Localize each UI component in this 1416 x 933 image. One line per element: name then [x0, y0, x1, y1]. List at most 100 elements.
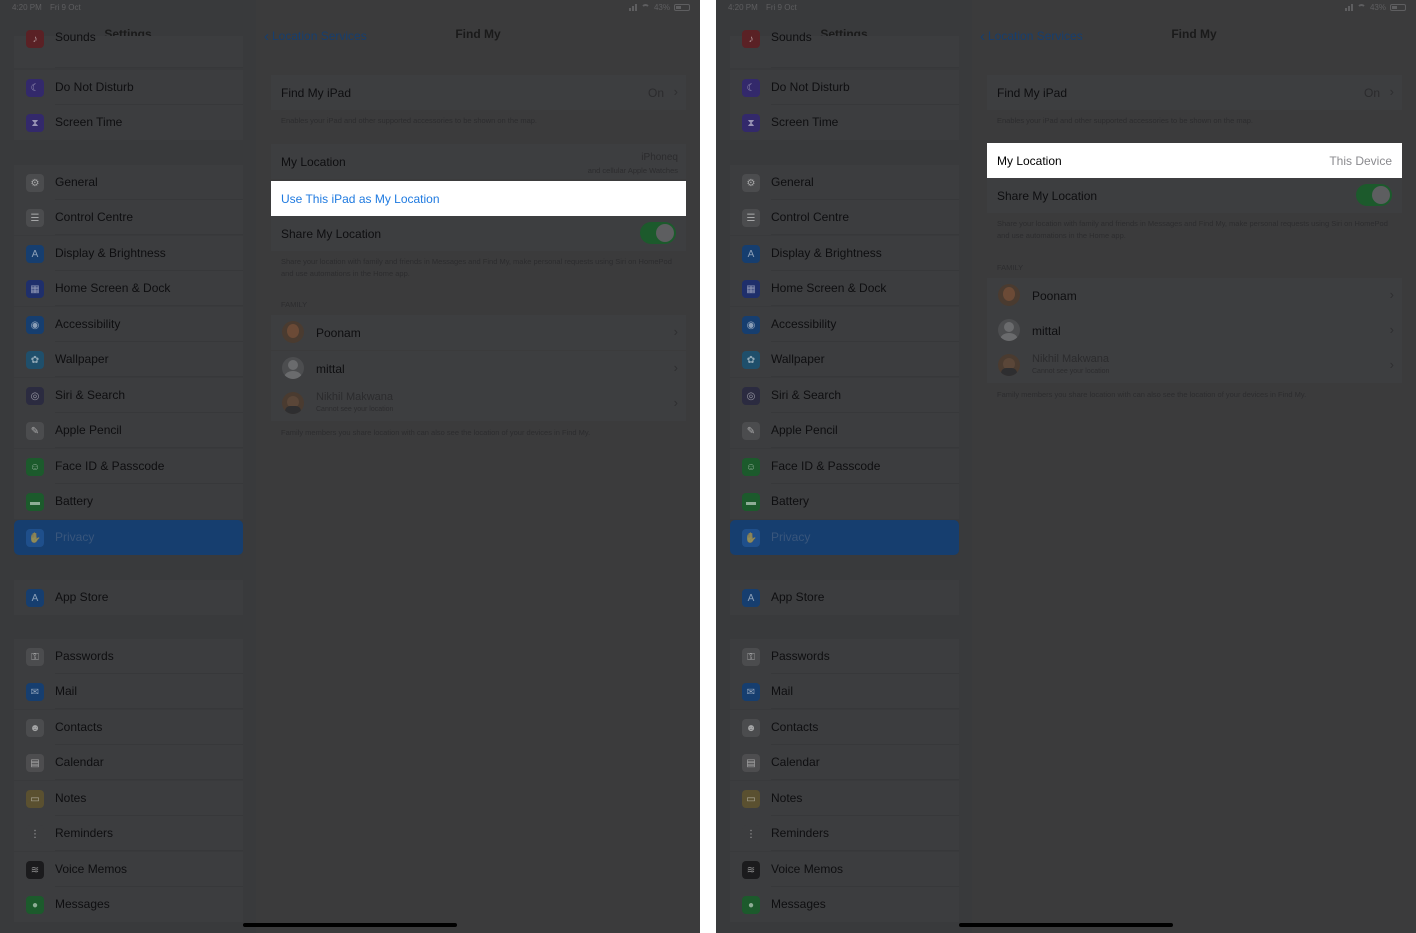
share-location-footer: Share your location with family and frie… — [281, 257, 672, 278]
cellular-signal-icon — [628, 4, 637, 11]
settings-sidebar: Settings ♪ Sounds ☾ Do Not Disturb ⧗ Scr… — [0, 0, 256, 933]
sidebar-item-do-not-disturb[interactable]: ☾ Do Not Disturb — [14, 70, 243, 105]
find-my-ipad-row[interactable]: Find My iPad On › — [987, 75, 1402, 110]
family-member-row[interactable]: Nikhil Makwana Cannot see your location … — [987, 348, 1402, 383]
sidebar-item-home-screen-dock[interactable]: ▦ Home Screen & Dock — [14, 271, 243, 306]
sidebar-item-sounds[interactable]: ♪ Sounds — [14, 30, 243, 68]
share-my-location-toggle[interactable] — [1356, 184, 1392, 206]
sidebar-item-messages[interactable]: ● Messages — [730, 887, 959, 922]
sidebar-item-reminders[interactable]: ⋮ Reminders — [730, 816, 959, 851]
sidebar-item-siri-search[interactable]: ◎ Siri & Search — [730, 378, 959, 413]
sidebar-item-sounds[interactable]: ♪ Sounds — [730, 30, 959, 68]
siri-icon: ◎ — [26, 387, 44, 405]
waveform-icon: ≋ — [26, 861, 44, 879]
sidebar-item-label: Voice Memos — [55, 862, 128, 876]
sidebar-item-display-brightness[interactable]: A Display & Brightness — [730, 236, 959, 271]
sidebar-item-home-screen-dock[interactable]: ▦ Home Screen & Dock — [730, 271, 959, 306]
chevron-right-icon: › — [673, 324, 678, 339]
family-member-name: Nikhil Makwana — [316, 391, 394, 403]
sidebar-item-wallpaper[interactable]: ✿ Wallpaper — [730, 342, 959, 377]
sidebar-item-display-brightness[interactable]: A Display & Brightness — [14, 236, 243, 271]
sidebar-item-contacts[interactable]: ☻ Contacts — [730, 710, 959, 745]
sidebar-item-apple-pencil[interactable]: ✎ Apple Pencil — [14, 413, 243, 448]
sidebar-item-passwords[interactable]: ⚿ Passwords — [730, 639, 959, 674]
share-my-location-row: Share My Location — [987, 178, 1402, 213]
sidebar-item-privacy[interactable]: ✋ Privacy — [14, 520, 243, 555]
sidebar-item-reminders[interactable]: ⋮ Reminders — [14, 816, 243, 851]
chevron-right-icon: › — [1389, 84, 1394, 99]
calendar-icon: ▤ — [26, 754, 44, 772]
hourglass-icon: ⧗ — [742, 114, 760, 132]
sidebar-item-contacts[interactable]: ☻ Contacts — [14, 710, 243, 745]
sidebar-item-do-not-disturb[interactable]: ☾ Do Not Disturb — [730, 70, 959, 105]
family-header: FAMILY — [281, 300, 308, 309]
family-member-status: Cannot see your location — [316, 406, 394, 413]
sidebar-item-label: Home Screen & Dock — [771, 281, 887, 295]
find-my-ipad-value: On — [1363, 86, 1380, 100]
status-bar: 4:20 PM Fri 9 Oct 43% — [0, 0, 700, 16]
family-member-row[interactable]: mittal › — [987, 313, 1402, 348]
sidebar-item-label: Screen Time — [55, 115, 123, 129]
sidebar-item-label: General — [771, 175, 814, 189]
sidebar-item-label: Mail — [55, 684, 78, 698]
moon-icon: ☾ — [742, 79, 760, 97]
home-indicator[interactable] — [243, 923, 457, 927]
sidebar-item-label: App Store — [771, 590, 825, 604]
sidebar-item-accessibility[interactable]: ◉ Accessibility — [730, 307, 959, 342]
sidebar-item-control-centre[interactable]: ☰ Control Centre — [730, 200, 959, 235]
my-location-label: My Location — [997, 154, 1062, 168]
sidebar-item-general[interactable]: ⚙ General — [14, 165, 243, 200]
family-member-row[interactable]: Poonam › — [271, 315, 686, 350]
sidebar-item-general[interactable]: ⚙ General — [730, 165, 959, 200]
family-member-row[interactable]: Nikhil Makwana Cannot see your location … — [271, 386, 686, 421]
sidebar-item-battery[interactable]: ▬ Battery — [14, 484, 243, 519]
my-location-row[interactable]: My Location iPhoneq and cellular Apple W… — [271, 144, 686, 179]
notes-icon: ▭ — [26, 790, 44, 808]
sidebar-item-calendar[interactable]: ▤ Calendar — [730, 745, 959, 780]
status-right: 43% — [1344, 3, 1406, 12]
family-footer: Family members you share location with c… — [281, 428, 591, 437]
sidebar-item-siri-search[interactable]: ◎ Siri & Search — [14, 378, 243, 413]
sidebar-item-app-store[interactable]: A App Store — [730, 580, 959, 615]
sidebar-item-battery[interactable]: ▬ Battery — [730, 484, 959, 519]
avatar — [998, 354, 1020, 376]
home-indicator[interactable] — [959, 923, 1173, 927]
sidebar-item-mail[interactable]: ✉ Mail — [14, 674, 243, 709]
sidebar-item-app-store[interactable]: A App Store — [14, 580, 243, 615]
battery-icon: ▬ — [26, 493, 44, 511]
sidebar-item-notes[interactable]: ▭ Notes — [14, 781, 243, 816]
avatar — [998, 284, 1020, 306]
sidebar-item-label: Control Centre — [55, 210, 134, 224]
sidebar-item-wallpaper[interactable]: ✿ Wallpaper — [14, 342, 243, 377]
sidebar-item-notes[interactable]: ▭ Notes — [730, 781, 959, 816]
sidebar-item-screen-time[interactable]: ⧗ Screen Time — [14, 105, 243, 140]
sidebar-item-face-id-passcode[interactable]: ☺ Face ID & Passcode — [14, 449, 243, 484]
family-member-row[interactable]: Poonam › — [987, 278, 1402, 313]
sidebar-item-privacy[interactable]: ✋ Privacy — [730, 520, 959, 555]
status-bar: 4:20 PM Fri 9 Oct 43% — [716, 0, 1416, 16]
sidebar-item-passwords[interactable]: ⚿ Passwords — [14, 639, 243, 674]
sidebar-item-mail[interactable]: ✉ Mail — [730, 674, 959, 709]
chevron-right-icon: › — [1389, 287, 1394, 302]
sidebar-item-label: Home Screen & Dock — [55, 281, 171, 295]
family-member-row[interactable]: mittal › — [271, 351, 686, 386]
sidebar-item-accessibility[interactable]: ◉ Accessibility — [14, 307, 243, 342]
sidebar-item-calendar[interactable]: ▤ Calendar — [14, 745, 243, 780]
use-this-ipad-button[interactable]: Use This iPad as My Location — [271, 181, 686, 216]
sidebar-item-messages[interactable]: ● Messages — [14, 887, 243, 922]
sidebar-item-apple-pencil[interactable]: ✎ Apple Pencil — [730, 413, 959, 448]
family-member-name: Nikhil Makwana — [1032, 353, 1110, 365]
sidebar-item-screen-time[interactable]: ⧗ Screen Time — [730, 105, 959, 140]
sidebar-item-label: Battery — [55, 494, 94, 508]
sidebar-item-control-centre[interactable]: ☰ Control Centre — [14, 200, 243, 235]
sidebar-item-voice-memos[interactable]: ≋ Voice Memos — [14, 852, 243, 887]
sidebar-item-voice-memos[interactable]: ≋ Voice Memos — [730, 852, 959, 887]
find-my-ipad-row[interactable]: Find My iPad On › — [271, 75, 686, 110]
share-my-location-toggle[interactable] — [640, 222, 676, 244]
battery-icon — [674, 4, 690, 11]
my-location-row[interactable]: My Location This Device — [987, 143, 1402, 178]
sidebar-item-face-id-passcode[interactable]: ☺ Face ID & Passcode — [730, 449, 959, 484]
grid-icon: ▦ — [26, 280, 44, 298]
sidebar-item-label: Accessibility — [771, 317, 837, 331]
key-icon: ⚿ — [26, 648, 44, 666]
